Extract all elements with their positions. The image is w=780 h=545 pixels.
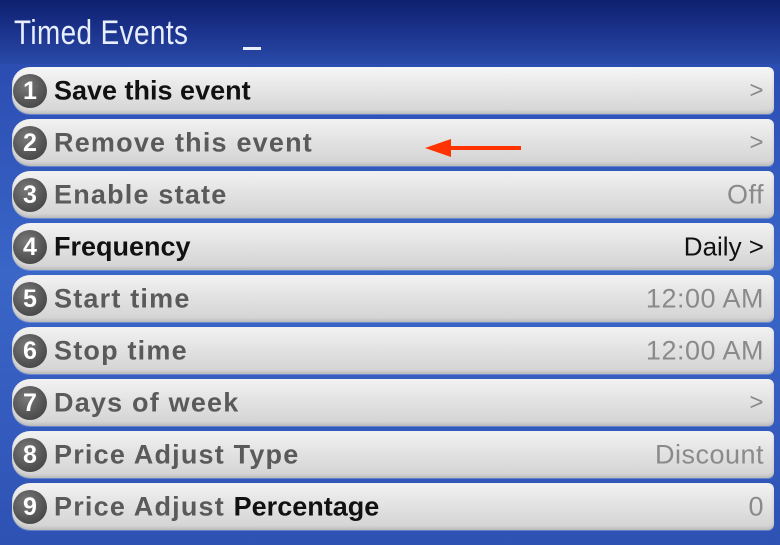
price-adjust-percentage-value: 0 <box>748 491 764 521</box>
menu-item-save-event[interactable]: 1 Save this event > <box>12 67 774 114</box>
menu-item-label: Save this event <box>54 75 251 105</box>
menu-item-label: Stop time <box>54 335 188 365</box>
stop-time-value: 12:00 AM <box>645 335 764 365</box>
number-badge: 5 <box>13 281 47 316</box>
title-bar: Timed Events <box>0 0 780 64</box>
number-badge: 1 <box>13 73 47 108</box>
menu-item-label: Start time <box>54 283 191 313</box>
screen-title: Timed Events <box>14 14 189 52</box>
chevron-right-icon: > <box>749 76 764 104</box>
frequency-value: Daily > <box>683 231 764 261</box>
number-badge: 6 <box>13 333 47 368</box>
menu-item-label-extra: Percentage <box>233 491 380 521</box>
menu-item-label: Remove this event <box>54 127 313 157</box>
chevron-right-icon: > <box>749 128 764 156</box>
menu-item-label-main: Price Adjust <box>54 491 225 521</box>
enable-state-value: Off <box>726 179 764 209</box>
menu-item-start-time[interactable]: 5 Start time 12:00 AM <box>12 275 774 322</box>
start-time-value: 12:00 AM <box>645 283 764 313</box>
menu-item-price-adjust-type[interactable]: 8 Price Adjust Type Discount <box>12 431 774 478</box>
menu-item-price-adjust-percentage[interactable]: 9 Price Adjust Percentage 0 <box>12 483 774 530</box>
menu-item-label: Price Adjust Percentage <box>54 491 379 522</box>
menu-item-enable-state[interactable]: 3 Enable state Off <box>12 171 774 218</box>
menu-item-label: Price Adjust Type <box>54 439 300 469</box>
number-badge: 8 <box>13 437 47 472</box>
price-adjust-type-value: Discount <box>654 439 764 469</box>
number-badge: 7 <box>13 385 47 420</box>
number-badge: 4 <box>13 229 47 264</box>
number-badge: 3 <box>13 177 47 212</box>
menu-item-remove-event[interactable]: 2 Remove this event > <box>12 119 774 166</box>
menu-item-stop-time[interactable]: 6 Stop time 12:00 AM <box>12 327 774 374</box>
menu-list: 1 Save this event > 2 Remove this event … <box>12 67 774 535</box>
menu-item-label: Frequency <box>54 231 191 261</box>
timed-events-screen: Timed Events 1 Save this event > 2 Remov… <box>0 0 780 545</box>
menu-item-days-of-week[interactable]: 7 Days of week > <box>12 379 774 426</box>
annotation-arrow-icon <box>425 139 521 157</box>
menu-item-frequency[interactable]: 4 Frequency Daily > <box>12 223 774 270</box>
chevron-right-icon: > <box>749 388 764 416</box>
number-badge: 2 <box>13 125 47 160</box>
annotation-arrow-head <box>425 139 451 157</box>
text-cursor <box>243 47 261 50</box>
number-badge: 9 <box>13 489 47 524</box>
menu-item-label: Enable state <box>54 179 228 209</box>
menu-item-label: Days of week <box>54 387 240 417</box>
